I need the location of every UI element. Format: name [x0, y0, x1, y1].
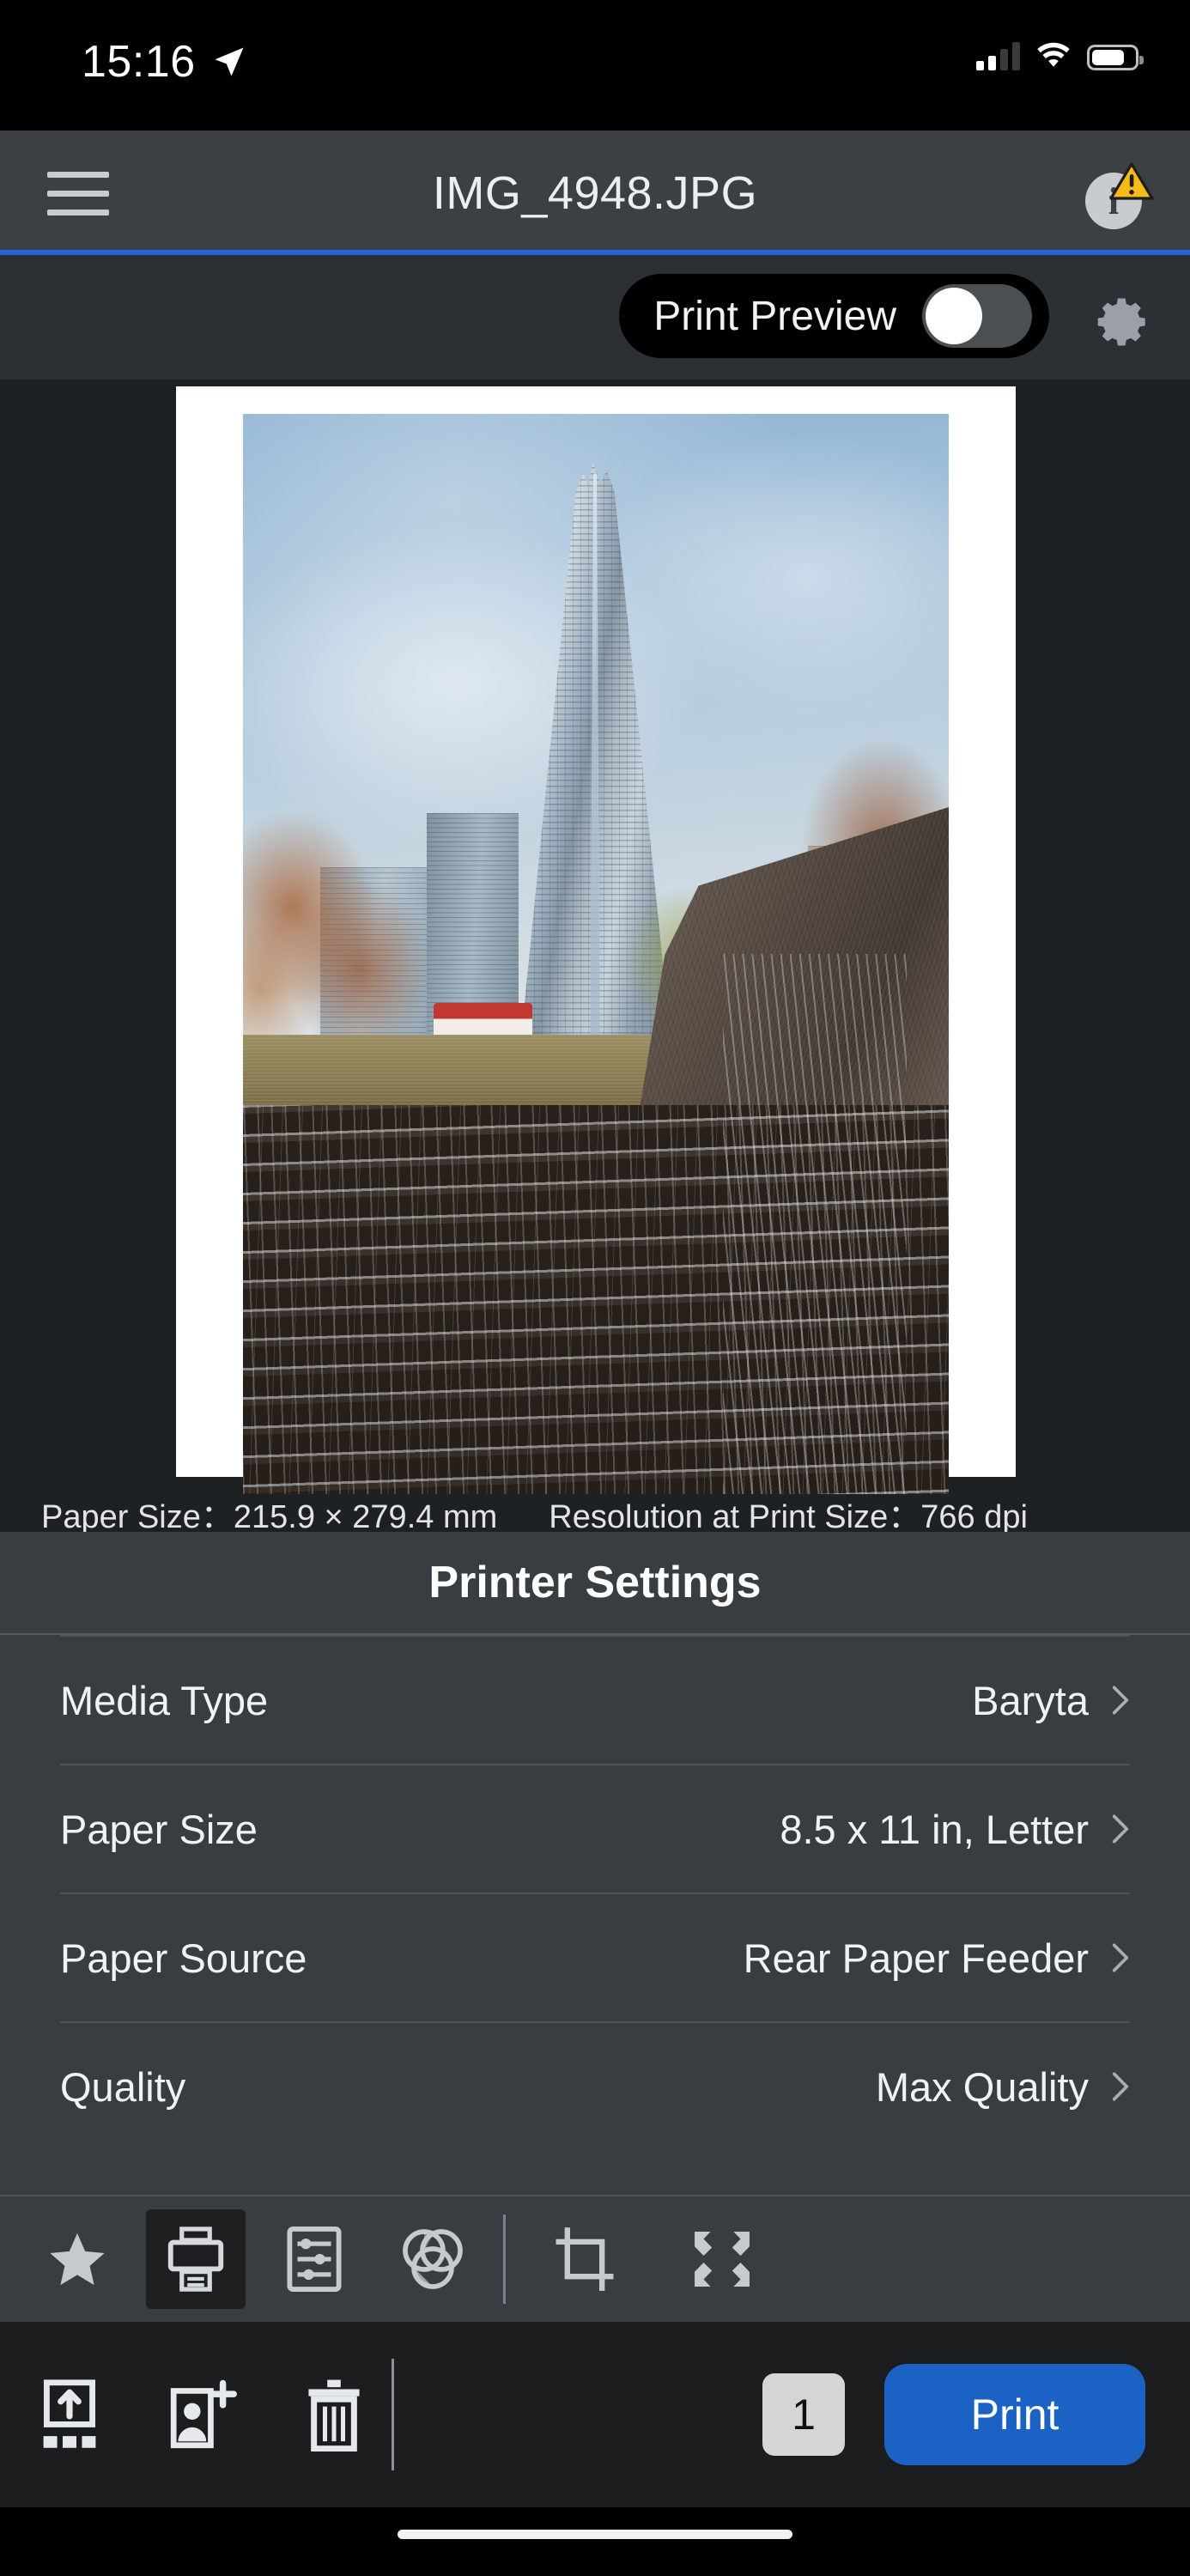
setting-label: Quality: [60, 2063, 186, 2110]
chevron-right-icon: [1112, 2072, 1129, 2101]
color-adjust-button[interactable]: [383, 2209, 483, 2309]
editor-toolbar: [0, 2195, 1190, 2322]
copies-input[interactable]: 1: [762, 2373, 845, 2456]
color-circles-icon: [403, 2229, 463, 2289]
setting-value: Baryta: [972, 1677, 1089, 1723]
add-person-button[interactable]: [155, 2367, 249, 2462]
setting-label: Paper Size: [60, 1806, 258, 1852]
bottom-action-bar: 1 Print: [0, 2322, 1190, 2507]
cellular-signal-icon: [976, 41, 1020, 70]
home-indicator-area: [0, 2507, 1190, 2576]
setting-row-paper-size[interactable]: Paper Size 8.5 x 11 in, Letter: [60, 1764, 1130, 1893]
chevron-right-icon: [1112, 1943, 1129, 1972]
wifi-icon: [1037, 42, 1070, 67]
location-arrow-icon: [215, 47, 244, 76]
setting-label: Paper Source: [60, 1935, 307, 1981]
export-icon: [43, 2379, 96, 2448]
status-icons: [976, 41, 1144, 70]
status-bar: 15:16: [0, 0, 1190, 131]
expand-button[interactable]: [672, 2209, 772, 2309]
home-indicator[interactable]: [398, 2530, 792, 2539]
setting-value: 8.5 x 11 in, Letter: [780, 1806, 1089, 1852]
printer-icon: [167, 2227, 224, 2292]
toolbar-divider: [503, 2215, 506, 2304]
printer-button[interactable]: [146, 2209, 246, 2309]
preview-toggle-bar: Print Preview: [0, 255, 1190, 380]
trash-icon: [308, 2379, 360, 2451]
preview-photo: [243, 414, 949, 1494]
print-button[interactable]: Print: [884, 2364, 1145, 2465]
info-button[interactable]: i: [1082, 161, 1154, 233]
chevron-right-icon: [1112, 1814, 1129, 1844]
expand-icon: [695, 2232, 750, 2287]
print-preview-switch[interactable]: [922, 284, 1032, 348]
trash-button[interactable]: [287, 2367, 381, 2462]
printer-settings-panel: Printer Settings Media Type Baryta Paper…: [0, 1532, 1190, 2195]
paper-size-info: Paper Size：215.9 × 279.4 mm: [41, 1498, 498, 1535]
add-person-icon: [170, 2379, 237, 2449]
crop-icon: [556, 2227, 614, 2291]
title-bar: IMG_4948.JPG i: [0, 131, 1190, 255]
star-icon: [50, 2233, 105, 2286]
export-button[interactable]: [22, 2367, 117, 2462]
bottom-bar-divider: [392, 2359, 394, 2470]
crop-button[interactable]: [535, 2209, 634, 2309]
sliders-icon: [287, 2226, 342, 2293]
battery-icon: [1087, 45, 1144, 70]
print-preview-toggle[interactable]: Print Preview: [619, 274, 1049, 358]
status-time: 15:16: [82, 37, 196, 87]
app-screen: 15:16 IMG_4948.JPG i Print Preview Paper…: [0, 0, 1190, 2576]
gear-icon[interactable]: [1096, 294, 1152, 350]
setting-value: Rear Paper Feeder: [743, 1935, 1089, 1981]
switch-knob: [926, 288, 982, 344]
printer-settings-title: Printer Settings: [428, 1558, 762, 1607]
setting-row-paper-source[interactable]: Paper Source Rear Paper Feeder: [60, 1893, 1130, 2021]
star-button[interactable]: [27, 2209, 127, 2309]
warning-triangle-icon: [1109, 162, 1154, 200]
setting-value: Max Quality: [875, 2063, 1089, 2110]
setting-label: Media Type: [60, 1677, 269, 1723]
setting-row-media-type[interactable]: Media Type Baryta: [60, 1635, 1130, 1764]
resolution-info: Resolution at Print Size：766 dpi: [549, 1498, 1028, 1535]
print-preview-area[interactable]: [0, 380, 1190, 1532]
chevron-right-icon: [1112, 1686, 1129, 1715]
print-preview-label: Print Preview: [653, 293, 896, 339]
sliders-button[interactable]: [264, 2209, 364, 2309]
page-title: IMG_4948.JPG: [432, 167, 758, 219]
paper-sheet: [176, 386, 1016, 1494]
paper-info-line: Paper Size：215.9 × 279.4 mm Resolution a…: [0, 1494, 1190, 1535]
setting-row-quality[interactable]: Quality Max Quality: [60, 2021, 1130, 2150]
